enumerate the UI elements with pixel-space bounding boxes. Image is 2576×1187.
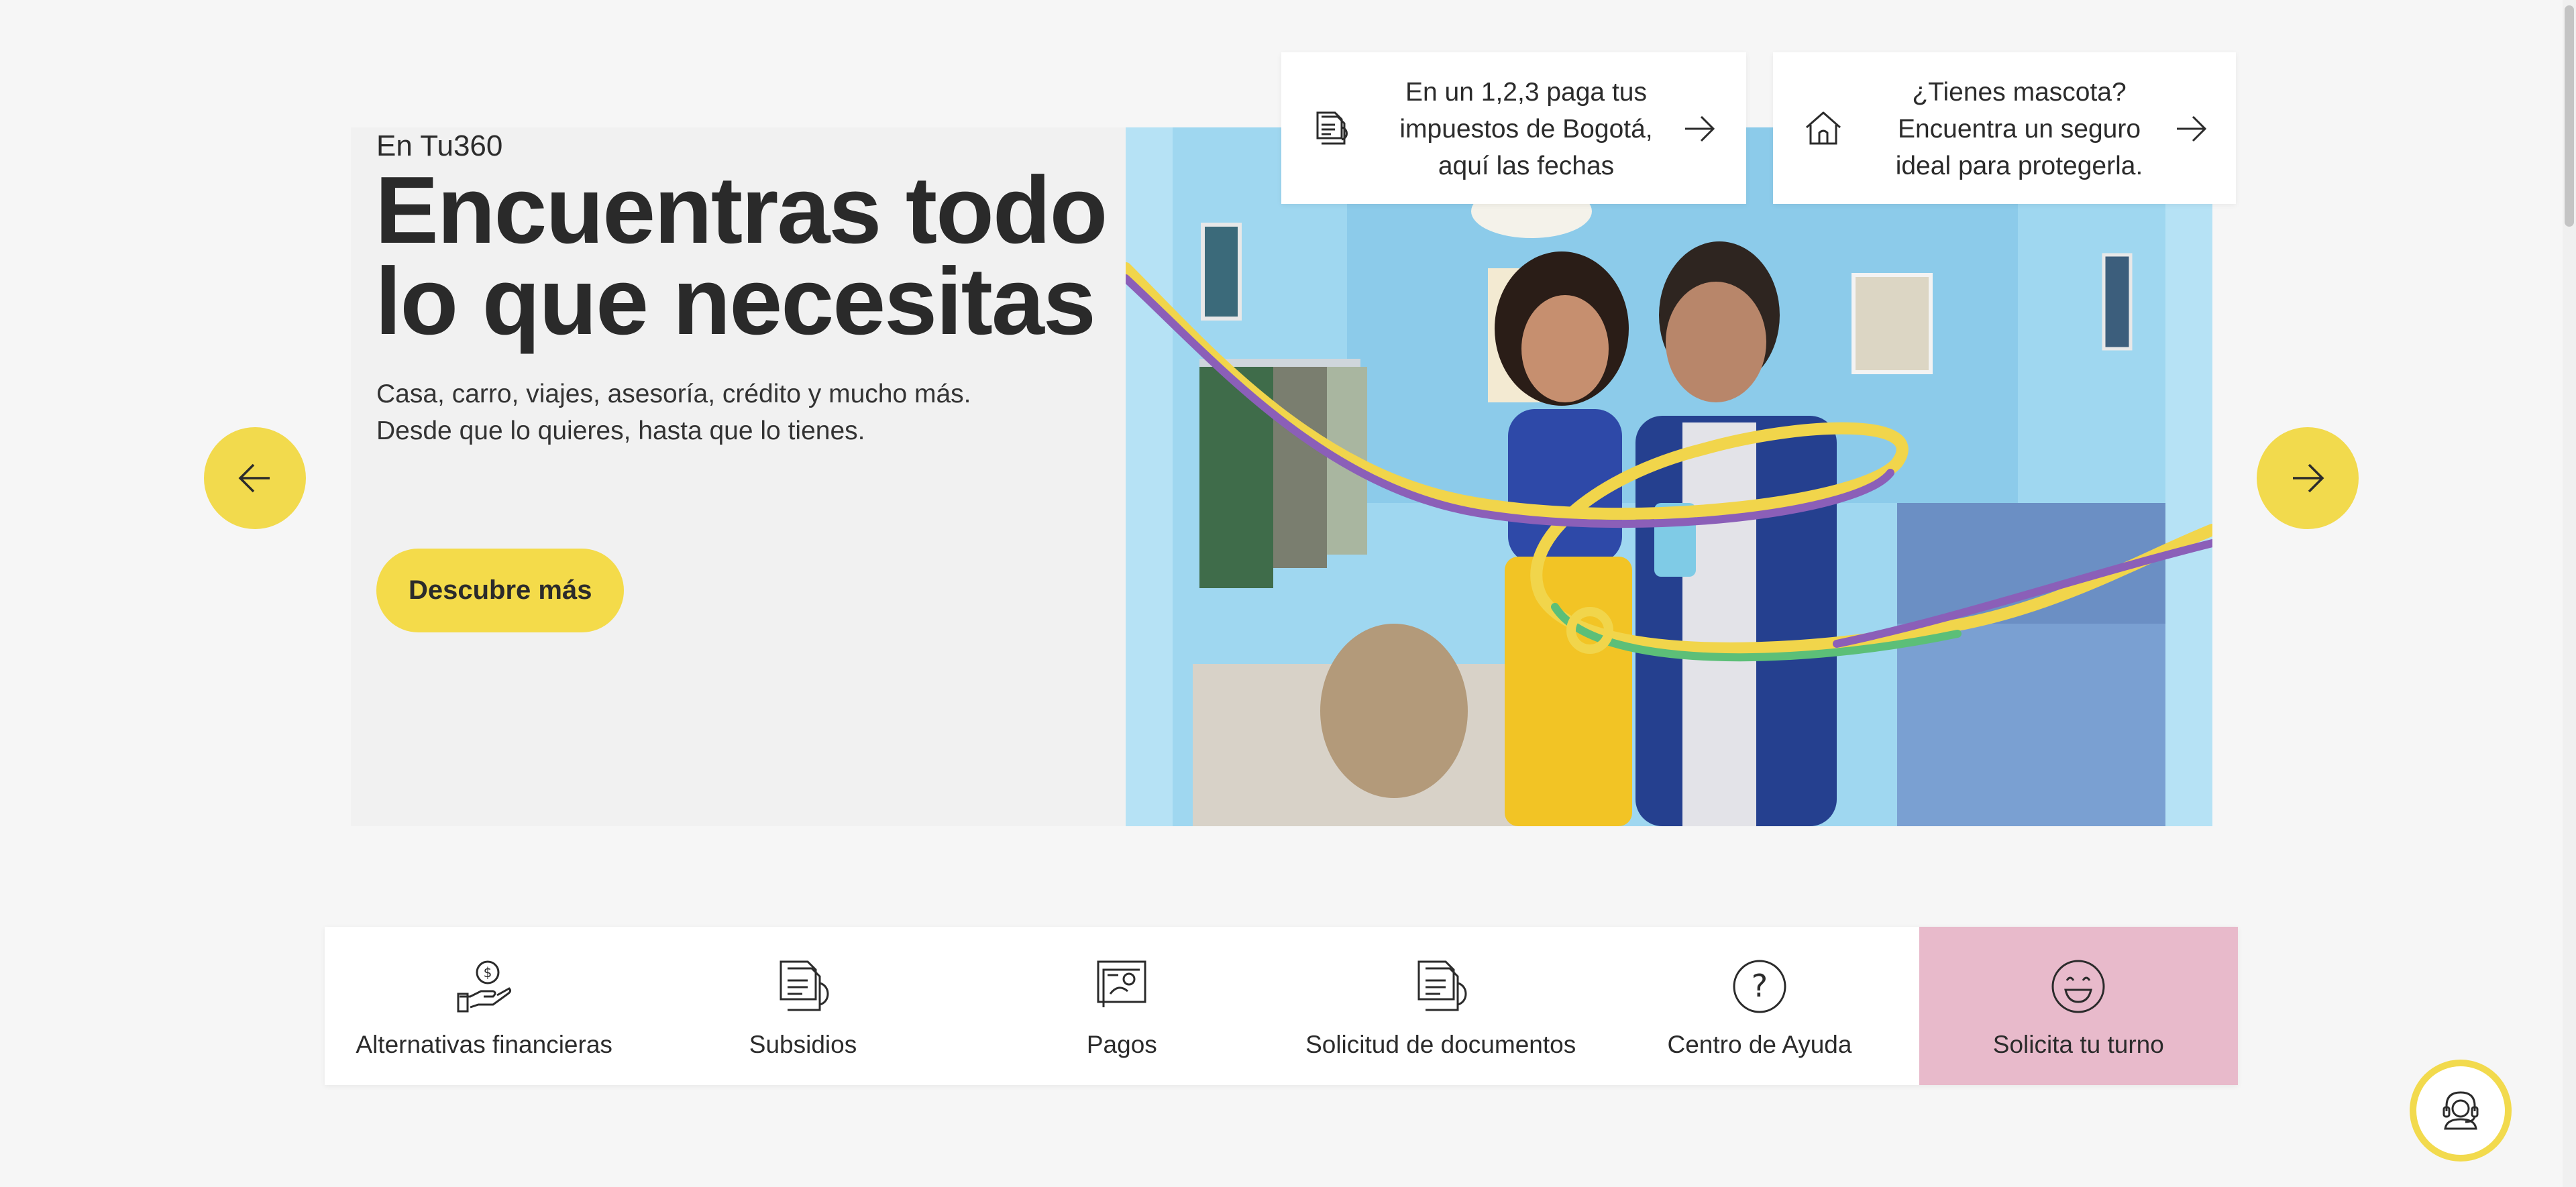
quick-item-label: Alternativas financieras (356, 1031, 612, 1058)
hero-subline-2: Desde que lo quieres, hasta que lo tiene… (376, 416, 865, 445)
quick-item-request-turn[interactable]: Solicita tu turno (1919, 927, 2238, 1085)
svg-text:?: ? (1752, 968, 1768, 1004)
discover-more-button[interactable]: Descubre más (376, 549, 625, 632)
quick-item-help-center[interactable]: ? Centro de Ayuda (1600, 927, 1919, 1085)
promo-line: ideal para protegerla. (1895, 152, 2143, 180)
promo-line: ¿Tienes mascota? (1912, 78, 2127, 107)
carousel-prev-button[interactable] (204, 427, 306, 529)
scrollbar[interactable] (2563, 0, 2576, 1187)
carousel-next-button[interactable] (2257, 427, 2359, 529)
virtual-assistant-button[interactable] (2410, 1060, 2512, 1162)
quick-item-subsidies[interactable]: Subsidios (643, 927, 962, 1085)
promo-text-taxes: En un 1,2,3 paga tus impuestos de Bogotá… (1368, 74, 1684, 184)
hero-image (1126, 127, 2212, 826)
hero-subline-1: Casa, carro, viajes, asesoría, crédito y… (376, 380, 971, 408)
quick-access-bar: $ Alternativas financieras Subsidios Pag… (325, 927, 2238, 1085)
promo-line: impuestos de Bogotá, (1399, 115, 1653, 144)
help-icon: ? (1733, 960, 1786, 1013)
smiley-icon (2051, 960, 2105, 1013)
promo-line: En un 1,2,3 paga tus (1405, 78, 1647, 107)
scrollbar-thumb[interactable] (2565, 5, 2574, 227)
hero-photo-illustration (1126, 127, 2212, 826)
quick-item-label: Solicita tu turno (1992, 1031, 2164, 1058)
promo-line: Encuentra un seguro (1897, 115, 2141, 144)
quick-item-document-request[interactable]: Solicitud de documentos (1281, 927, 1600, 1085)
arrow-right-icon (2293, 463, 2324, 493)
svg-text:$: $ (483, 964, 492, 980)
payments-icon (1097, 960, 1146, 1007)
arrow-left-icon (238, 463, 270, 493)
hero-headline: Encuentras todo lo que necesitas (375, 157, 1108, 355)
subsidy-document-icon (780, 960, 829, 1011)
money-hand-icon: $ (457, 960, 511, 1013)
document-request-icon (1417, 960, 1467, 1011)
quick-item-label: Pagos (1086, 1031, 1157, 1058)
arrow-right-icon (1685, 115, 1715, 142)
home-icon (1806, 111, 1841, 145)
hero-banner: En Tu360 Encuentras todo lo que necesita… (351, 127, 2212, 826)
document-icon (1316, 111, 1348, 145)
promo-text-pet-insurance: ¿Tienes mascota? Encuentra un seguro ide… (1862, 74, 2177, 184)
quick-item-label: Solicitud de documentos (1305, 1031, 1576, 1058)
quick-item-label: Centro de Ayuda (1667, 1031, 1852, 1058)
arrow-right-icon (2177, 115, 2207, 142)
hero-subline: Casa, carro, viajes, asesoría, crédito y… (376, 376, 971, 449)
promo-card-taxes[interactable]: En un 1,2,3 paga tus impuestos de Bogotá… (1281, 52, 1746, 204)
promo-line: aquí las fechas (1438, 152, 1615, 180)
hero-text-panel: En Tu360 Encuentras todo lo que necesita… (351, 127, 1126, 826)
support-agent-icon (2443, 1091, 2479, 1130)
quick-item-label: Subsidios (749, 1031, 857, 1058)
promo-card-pet-insurance[interactable]: ¿Tienes mascota? Encuentra un seguro ide… (1773, 52, 2236, 204)
quick-item-financial-alternatives[interactable]: $ Alternativas financieras (325, 927, 643, 1085)
quick-item-payments[interactable]: Pagos (963, 927, 1281, 1085)
